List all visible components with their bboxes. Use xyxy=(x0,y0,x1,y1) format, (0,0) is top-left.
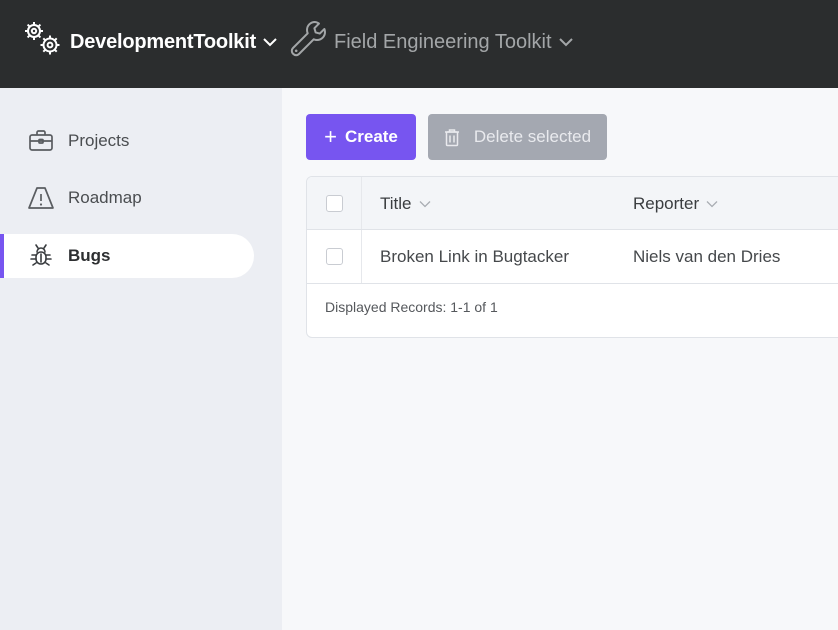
sort-chevron-icon xyxy=(706,200,718,208)
chevron-down-icon xyxy=(558,35,574,53)
select-all-checkbox[interactable] xyxy=(325,194,343,212)
other-app-name: Field Engineering Toolkit xyxy=(334,30,552,53)
records-count: Displayed Records: 1-1 of 1 xyxy=(325,299,498,315)
app-switcher-development-toolkit[interactable]: DevelopmentToolkit xyxy=(22,20,278,64)
create-button[interactable]: + Create xyxy=(306,114,416,160)
table-row[interactable]: Broken Link in Bugtacker Niels van den D… xyxy=(307,230,838,284)
column-header-label: Title xyxy=(380,193,412,213)
app-switcher-field-engineering-toolkit[interactable]: Field Engineering Toolkit xyxy=(288,20,574,64)
warning-triangle-icon xyxy=(27,184,55,212)
active-app-name: DevelopmentToolkit xyxy=(70,30,257,53)
gears-icon xyxy=(22,18,68,67)
column-header-title[interactable]: Title xyxy=(380,177,431,230)
wrench-icon xyxy=(288,19,326,66)
row-select-checkbox[interactable] xyxy=(325,248,343,265)
trash-icon xyxy=(444,128,460,147)
cell-reporter: Niels van den Dries xyxy=(633,247,781,266)
row-select-cell xyxy=(307,230,362,283)
main-content: + Create Delete selected Title Reporter … xyxy=(282,88,838,630)
sidebar-item-projects[interactable]: Projects xyxy=(0,119,254,163)
column-header-reporter[interactable]: Reporter xyxy=(633,177,718,230)
sort-chevron-icon xyxy=(419,200,431,208)
briefcase-icon xyxy=(27,127,55,155)
column-header-label: Reporter xyxy=(633,193,700,213)
top-bar: DevelopmentToolkit Field Engineering Too… xyxy=(0,0,838,88)
cell-title: Broken Link in Bugtacker xyxy=(380,247,569,266)
plus-icon: + xyxy=(324,124,337,149)
sidebar: Projects Roadmap Bugs xyxy=(0,88,282,630)
create-button-label: Create xyxy=(344,127,398,146)
sidebar-item-label: Bugs xyxy=(68,246,111,265)
sidebar-item-label: Projects xyxy=(68,131,130,150)
chevron-down-icon xyxy=(262,35,278,53)
bug-icon xyxy=(27,242,55,270)
delete-selected-button[interactable]: Delete selected xyxy=(428,114,607,160)
delete-button-label: Delete selected xyxy=(473,127,592,146)
records-table: Title Reporter Broken Link in Bugtacker … xyxy=(306,176,838,338)
sidebar-item-roadmap[interactable]: Roadmap xyxy=(0,176,254,220)
table-header: Title Reporter xyxy=(307,177,838,230)
sidebar-item-bugs[interactable]: Bugs xyxy=(0,234,254,278)
sidebar-item-label: Roadmap xyxy=(68,188,142,207)
select-all-cell xyxy=(307,177,362,229)
